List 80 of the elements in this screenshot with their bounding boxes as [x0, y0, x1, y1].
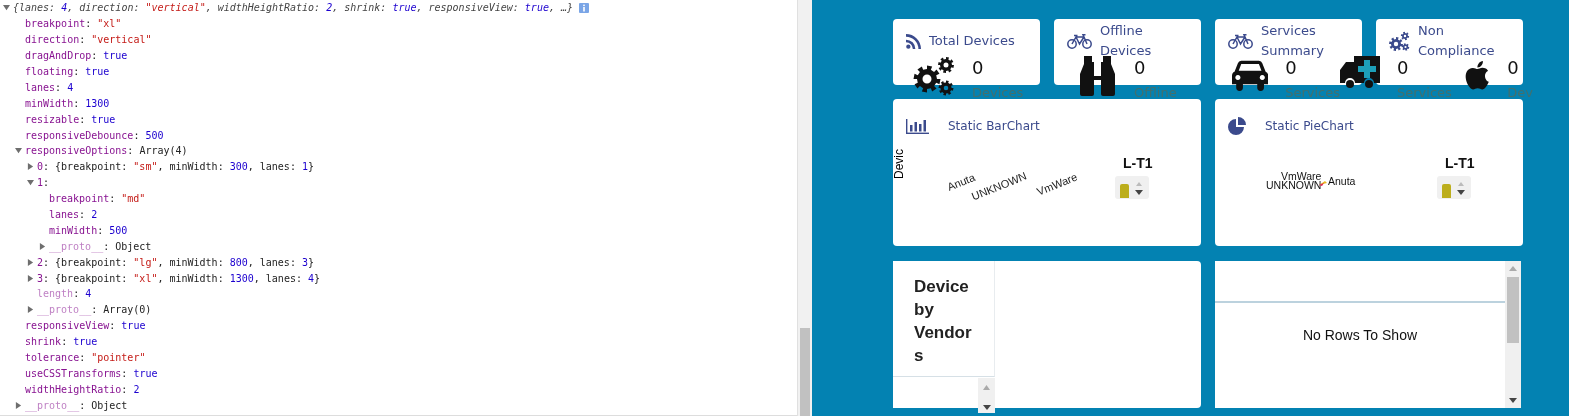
expand-arrow-icon[interactable]	[3, 4, 10, 12]
slice-label: UNKNOWN	[1266, 179, 1322, 191]
property-text: 3: {breakpoint: "xl", minWidth: 1300, lanes: 4}	[37, 272, 321, 284]
stat-label: Dev	[1507, 84, 1533, 102]
property-text: dragAndDrop: true	[25, 50, 128, 62]
expand-arrow-icon[interactable]	[15, 147, 22, 155]
scrollbar-thumb[interactable]	[1507, 277, 1519, 343]
expand-arrow-icon[interactable]	[27, 258, 34, 266]
expand-arrow-icon[interactable]	[27, 163, 34, 171]
card-title: Total Devices	[929, 32, 1015, 50]
property-text: useCSSTransforms: true	[25, 367, 158, 379]
legend-title: L-T1	[1445, 155, 1475, 171]
binoculars-icon	[1078, 56, 1117, 96]
property-text: resizable: true	[25, 113, 116, 125]
property-text: 0: {breakpoint: "sm", minWidth: 300, lanes: 1}	[37, 161, 314, 173]
stat-value: 0	[1285, 57, 1297, 79]
property-text: responsiveDebounce: 500	[25, 129, 164, 141]
expand-arrow-icon[interactable]	[27, 306, 34, 314]
stat-label: Offline	[1134, 84, 1177, 102]
gears-icon	[913, 56, 955, 96]
bicycle-icon	[1067, 33, 1092, 49]
expand-arrow-icon[interactable]	[15, 401, 22, 409]
property-text: __proto__: Object	[25, 399, 128, 411]
property-text: minWidth: 1300	[25, 97, 110, 109]
scroll-down-icon[interactable]	[1509, 398, 1517, 403]
scrollbar[interactable]	[797, 0, 812, 416]
property-text: tolerance: "pointer"	[25, 352, 146, 364]
property-text: 1:	[37, 177, 50, 189]
scrollbar[interactable]	[978, 378, 995, 413]
axis-label: Devic	[892, 149, 906, 179]
legend-swatch	[1120, 183, 1129, 198]
property-text: shrink: true	[25, 336, 98, 348]
stat-value: 0	[1134, 57, 1147, 79]
property-text: breakpoint: "md"	[49, 193, 146, 205]
property-text: direction: "vertical"	[25, 34, 152, 46]
legend-scroller[interactable]	[1437, 176, 1471, 199]
pie-chart-icon	[1228, 117, 1246, 135]
property-text: __proto__: Array(0)	[37, 304, 152, 316]
property-text: __proto__: Object	[49, 240, 152, 252]
expand-arrow-icon[interactable]	[27, 179, 34, 187]
property-text: breakpoint: "xl"	[25, 18, 122, 30]
stat-label: Services	[1285, 84, 1340, 102]
ambulance-icon	[1340, 56, 1380, 90]
stat-value: 0	[1507, 57, 1520, 79]
scrollbar[interactable]	[1505, 261, 1521, 408]
chart-title: Static PieChart	[1265, 119, 1354, 133]
expand-arrow-icon[interactable]	[27, 274, 34, 282]
scrollbar-thumb[interactable]	[800, 328, 810, 416]
slice-label: Anuta	[1328, 175, 1356, 187]
property-text: length: 4	[37, 288, 92, 300]
scroll-down-icon[interactable]	[982, 405, 991, 410]
stat-label: Services	[1397, 84, 1452, 102]
stat-value: 0	[1397, 57, 1410, 79]
gears-icon	[1389, 30, 1410, 52]
bar-chart-icon	[906, 118, 929, 134]
property-text: lanes: 4	[25, 81, 74, 93]
empty-message: No Rows To Show	[1302, 327, 1418, 345]
slice-label: VmWare	[1281, 170, 1322, 182]
card-title: Services Summary	[1261, 22, 1325, 60]
rss-icon	[906, 33, 921, 49]
property-text: responsiveView: true	[25, 320, 146, 332]
pie-drawing	[1319, 179, 1327, 186]
property-text: lanes: 2	[49, 209, 98, 220]
chart-title: Static BarChart	[948, 119, 1040, 133]
legend-title: L-T1	[1123, 155, 1153, 171]
object-preview: {lanes: 4, direction: "vertical", widthHeightRatio: 2, shrink: true, responsiveView: true, …}	[13, 2, 574, 14]
property-text: widthHeightRatio: 2	[25, 383, 140, 395]
property-text: floating: true	[25, 66, 110, 77]
stat-label: Devices	[972, 84, 1024, 102]
property-text: minWidth: 500	[49, 224, 128, 236]
bicycle-icon	[1228, 33, 1253, 49]
property-text: 2: {breakpoint: "lg", minWidth: 800, lanes: 3}	[37, 256, 314, 268]
stat-value: 0	[972, 57, 985, 79]
property-text: responsiveOptions: Array(4)	[25, 145, 188, 157]
expand-arrow-icon[interactable]	[39, 242, 46, 250]
card-title: Offline Devices	[1100, 22, 1153, 60]
legend-swatch	[1442, 183, 1451, 198]
panel-title: Device by Vendors	[914, 276, 973, 367]
card-title: Non Compliance	[1418, 22, 1496, 60]
legend-scroller[interactable]	[1115, 176, 1149, 199]
